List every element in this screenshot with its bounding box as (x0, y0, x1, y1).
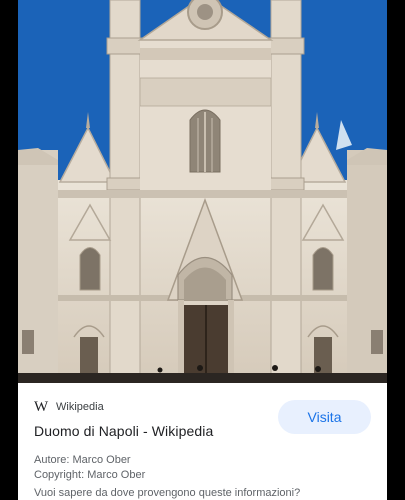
copyright-text: Copyright: Marco Ober (34, 469, 146, 481)
info-source-link[interactable]: Vuoi sapere da dove provengono queste in… (34, 486, 300, 500)
author-text: Autore: Marco Ober (34, 454, 131, 466)
left-window (79, 247, 101, 291)
page-title-link[interactable]: Duomo di Napoli - Wikipedia (34, 423, 213, 439)
result-image[interactable] (18, 0, 387, 383)
street (18, 373, 387, 383)
screen: W Wikipedia Visita Duomo di Napoli - Wik… (0, 0, 405, 500)
source-name: Wikipedia (56, 401, 104, 413)
left-door (80, 337, 98, 373)
right-window (312, 247, 334, 291)
source-row[interactable]: W Wikipedia (34, 399, 104, 415)
result-info-card: W Wikipedia Visita Duomo di Napoli - Wik… (18, 383, 387, 500)
cathedral-photo (18, 0, 387, 383)
wikipedia-w-icon: W (34, 399, 49, 415)
visit-button[interactable]: Visita (278, 400, 371, 434)
